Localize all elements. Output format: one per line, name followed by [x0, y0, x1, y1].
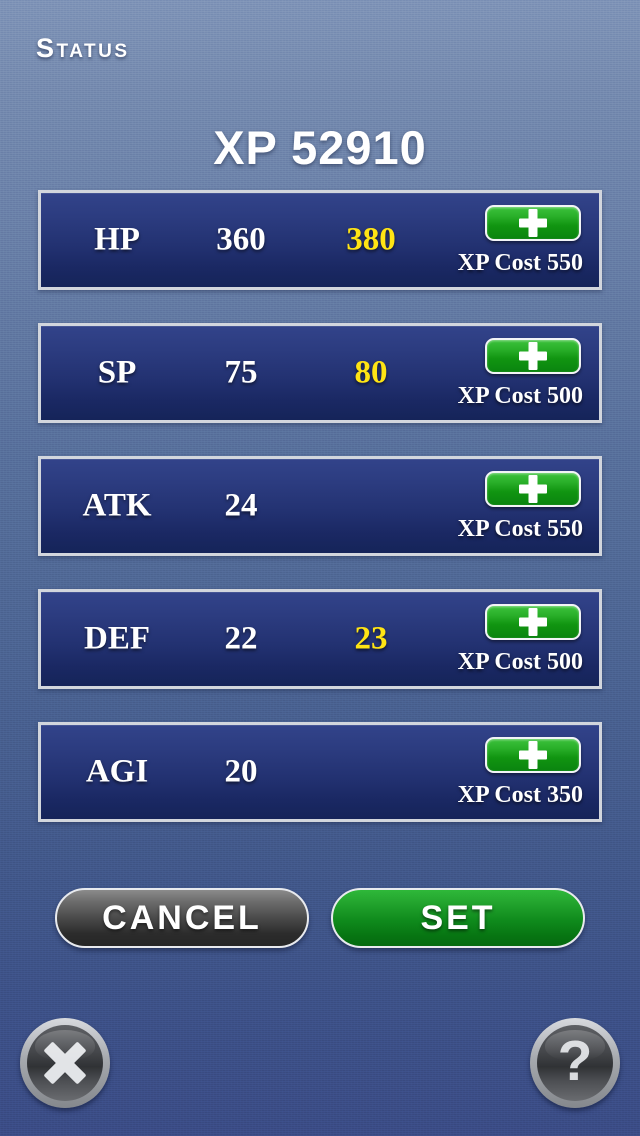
xp-cost-label: XP Cost 350 — [457, 782, 583, 808]
plus-icon — [487, 606, 579, 638]
xp-total-display: XP 52910 — [213, 121, 427, 174]
set-button[interactable]: SET — [331, 888, 585, 948]
stat-upgraded-value: 23 — [354, 620, 388, 657]
plus-icon — [487, 473, 579, 505]
close-button[interactable] — [20, 1018, 110, 1108]
xp-cost-label: XP Cost 550 — [457, 516, 583, 542]
stat-name: AGI — [85, 753, 149, 790]
stat-increase-button[interactable] — [485, 471, 581, 507]
plus-icon — [487, 739, 579, 771]
xp-cost-label: XP Cost 500 — [457, 649, 583, 675]
stat-row: AGI 20 XP Cost 350 — [38, 722, 602, 822]
stat-current-value: 22 — [224, 620, 258, 657]
stat-name: SP — [97, 354, 137, 391]
stat-increase-button[interactable] — [485, 604, 581, 640]
stat-upgraded-value: 380 — [346, 221, 396, 258]
plus-icon — [487, 340, 579, 372]
stat-name: DEF — [84, 620, 150, 657]
action-button-row: CANCEL SET — [0, 888, 640, 948]
question-mark-icon: ? — [557, 1028, 593, 1093]
stat-row: HP 360 380 XP Cost 550 — [38, 190, 602, 290]
help-button-face: ? — [537, 1025, 613, 1101]
stat-list: HP 360 380 XP Cost 550 SP 75 80 XP Cost 500 ATK 2… — [38, 190, 602, 855]
stat-current-value: 360 — [216, 221, 266, 258]
close-x-icon — [40, 1038, 90, 1088]
stat-current-value: 75 — [224, 354, 258, 391]
stat-name: HP — [94, 221, 140, 258]
xp-cost-label: XP Cost 500 — [457, 383, 583, 409]
stat-increase-button[interactable] — [485, 205, 581, 241]
stat-upgraded-value: 80 — [354, 354, 388, 391]
stat-name: ATK — [82, 487, 152, 524]
stat-row: ATK 24 XP Cost 550 — [38, 456, 602, 556]
help-button[interactable]: ? — [530, 1018, 620, 1108]
plus-icon — [487, 207, 579, 239]
page-title: Status — [36, 33, 130, 63]
cancel-button[interactable]: CANCEL — [55, 888, 309, 948]
stat-increase-button[interactable] — [485, 338, 581, 374]
stat-row: SP 75 80 XP Cost 500 — [38, 323, 602, 423]
stat-current-value: 20 — [224, 753, 258, 790]
xp-cost-label: XP Cost 550 — [457, 250, 583, 276]
stat-current-value: 24 — [224, 487, 258, 524]
stat-row: DEF 22 23 XP Cost 500 — [38, 589, 602, 689]
stat-increase-button[interactable] — [485, 737, 581, 773]
close-button-face — [27, 1025, 103, 1101]
